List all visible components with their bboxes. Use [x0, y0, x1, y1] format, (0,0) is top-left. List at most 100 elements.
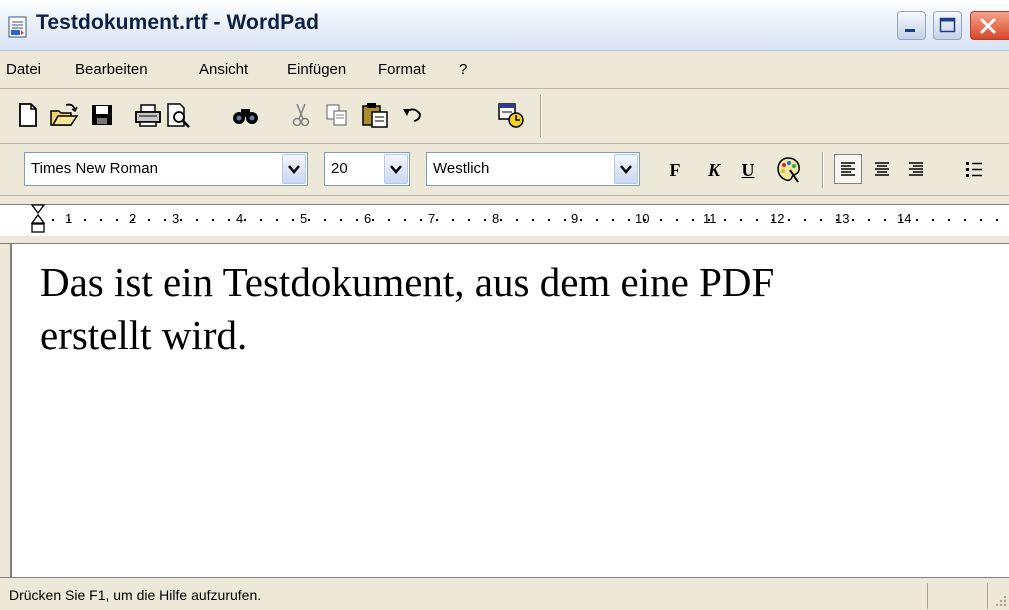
menu-ansicht[interactable]: Ansicht: [199, 61, 248, 78]
date-time-icon[interactable]: [497, 101, 525, 129]
print-preview-icon[interactable]: [165, 101, 191, 129]
italic-button[interactable]: K: [703, 156, 725, 184]
ruler-tick: [980, 219, 982, 221]
ruler-tick: [164, 219, 166, 221]
ruler-number: 7: [428, 211, 436, 226]
ruler-tick: [724, 219, 726, 221]
status-bar: Drücken Sie F1, um die Hilfe aufzurufen.: [0, 577, 1009, 610]
ruler-number: 9: [571, 211, 579, 226]
undo-icon[interactable]: [399, 101, 425, 129]
ruler-tick: [676, 219, 678, 221]
ruler-number: 10: [635, 211, 650, 226]
ruler-tick: [52, 219, 54, 221]
font-name-value: Times New Roman: [31, 160, 158, 177]
new-document-icon[interactable]: [15, 101, 41, 129]
chevron-down-icon: [620, 165, 632, 174]
cut-icon[interactable]: [288, 101, 314, 129]
ruler-tick: [436, 219, 438, 221]
script-dropdown-button[interactable]: [614, 154, 638, 184]
ruler-number: 6: [364, 211, 372, 226]
chevron-down-icon: [390, 165, 402, 174]
ruler-tick: [660, 219, 662, 221]
toolbar-separator: [540, 95, 542, 137]
ruler-number: 8: [492, 211, 500, 226]
ruler-tick: [852, 219, 854, 221]
ruler-tick: [868, 219, 870, 221]
title-bar: Testdokument.rtf - WordPad: [0, 0, 1009, 51]
ruler-tick: [564, 219, 566, 221]
font-size-select[interactable]: 20: [324, 152, 410, 186]
copy-icon[interactable]: [324, 101, 350, 129]
ruler-tick: [100, 219, 102, 221]
chevron-down-icon: [288, 165, 300, 174]
resize-grip-icon[interactable]: [992, 592, 1009, 609]
ruler-tick: [900, 219, 902, 221]
menu-bearbeiten[interactable]: Bearbeiten: [75, 61, 148, 78]
ruler-tick: [596, 219, 598, 221]
ruler-tick: [292, 219, 294, 221]
ruler-tick: [196, 219, 198, 221]
menu-format[interactable]: Format: [378, 61, 426, 78]
close-icon: [979, 17, 997, 35]
ruler-tick: [372, 219, 374, 221]
align-left-icon: [841, 162, 855, 176]
script-value: Westlich: [433, 160, 490, 177]
script-select[interactable]: Westlich: [426, 152, 640, 186]
ruler-tick: [612, 219, 614, 221]
ruler-tick: [628, 219, 630, 221]
ruler-tick: [308, 219, 310, 221]
open-folder-icon[interactable]: [49, 101, 79, 129]
font-size-dropdown-button[interactable]: [384, 154, 408, 184]
ruler[interactable]: 1 2 3 4 5 6 7 8 9 10 11 12 13 14: [0, 204, 1009, 236]
ruler-tick: [788, 219, 790, 221]
align-center-icon[interactable]: [868, 154, 896, 184]
color-palette-icon[interactable]: [774, 154, 802, 184]
bold-button[interactable]: F: [664, 156, 686, 184]
align-left-button[interactable]: [834, 154, 862, 184]
menu-bar: Datei Bearbeiten Ansicht Einfügen Format…: [0, 51, 1009, 89]
document-text-line[interactable]: erstellt wird.: [40, 311, 247, 359]
ruler-tick: [356, 219, 358, 221]
minimize-icon: [905, 29, 915, 32]
ruler-tick: [484, 219, 486, 221]
maximize-button[interactable]: [933, 11, 962, 40]
ruler-tick: [804, 219, 806, 221]
ruler-strip: 1 2 3 4 5 6 7 8 9 10 11 12 13 14: [0, 196, 1009, 244]
format-separator: [822, 152, 824, 188]
underline-button[interactable]: U: [737, 156, 759, 184]
font-name-select[interactable]: Times New Roman: [24, 152, 308, 186]
ruler-tick: [228, 219, 230, 221]
ruler-tick: [884, 219, 886, 221]
ruler-tick: [532, 219, 534, 221]
ruler-tick: [212, 219, 214, 221]
print-icon[interactable]: [133, 101, 163, 129]
ruler-tick: [964, 219, 966, 221]
ruler-tick: [756, 219, 758, 221]
document-text-line[interactable]: Das ist ein Testdokument, aus dem eine P…: [40, 258, 774, 306]
ruler-tick: [580, 219, 582, 221]
ruler-tick: [388, 219, 390, 221]
ruler-tick: [244, 219, 246, 221]
ruler-tick: [500, 219, 502, 221]
font-name-dropdown-button[interactable]: [282, 154, 306, 184]
document-area[interactable]: Das ist ein Testdokument, aus dem eine P…: [10, 244, 1009, 577]
ruler-tick: [324, 219, 326, 221]
menu-einfuegen[interactable]: Einfügen: [287, 61, 346, 78]
menu-datei[interactable]: Datei: [6, 61, 41, 78]
close-button[interactable]: [970, 11, 1009, 40]
save-icon[interactable]: [89, 101, 115, 129]
find-icon[interactable]: [231, 101, 261, 129]
ruler-number: 5: [300, 211, 308, 226]
ruler-tick: [420, 219, 422, 221]
ruler-tick: [340, 219, 342, 221]
minimize-button[interactable]: [897, 11, 926, 40]
menu-help[interactable]: ?: [459, 61, 467, 78]
indent-marker-icon[interactable]: [30, 203, 46, 237]
font-size-value: 20: [331, 160, 348, 177]
ruler-tick: [404, 219, 406, 221]
ruler-tick: [916, 219, 918, 221]
align-right-icon[interactable]: [902, 154, 930, 184]
paste-icon[interactable]: [361, 101, 391, 129]
bullets-icon[interactable]: [960, 154, 988, 184]
status-pane: [927, 583, 987, 609]
